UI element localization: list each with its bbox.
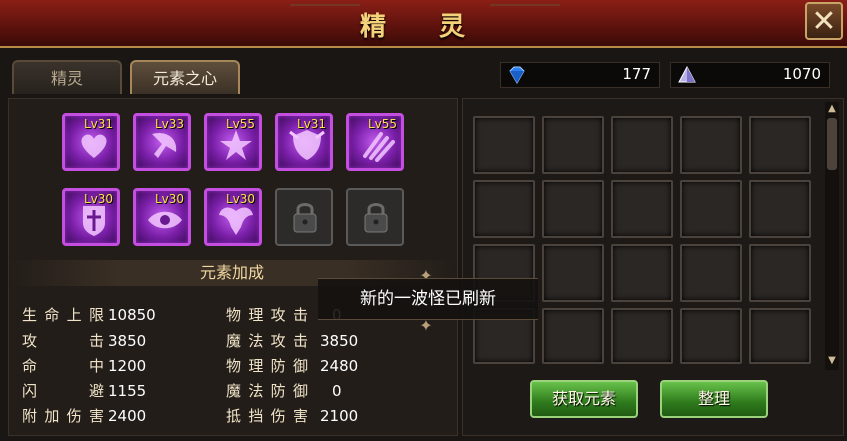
stat-value: 3850 [108, 332, 147, 350]
element-level: Lv55 [367, 117, 397, 131]
stat-value: 2100 [320, 407, 359, 425]
title-bar: 精 灵 ✕ [0, 0, 847, 48]
stat-label: 魔法攻击 [226, 332, 308, 350]
stat-value: 10850 [108, 306, 156, 324]
stat-attack: 攻击 3850 [22, 330, 146, 351]
stat-label: 生命上限 [22, 306, 104, 324]
inventory-cell[interactable] [542, 116, 604, 174]
stat-value: 2400 [108, 407, 147, 425]
stat-label: 攻击 [22, 332, 104, 350]
element-slot-7[interactable]: Lv30 [133, 188, 191, 246]
stat-extra-damage: 附加伤害 2400 [22, 405, 146, 426]
stat-magic-attack: 魔法攻击 3850 [226, 330, 358, 351]
scroll-thumb[interactable] [827, 118, 837, 170]
stat-value: 1155 [108, 382, 147, 400]
element-level: Lv31 [83, 117, 113, 131]
star-element-icon [220, 130, 252, 160]
stat-label: 命中 [22, 357, 104, 375]
crystal-icon [678, 66, 696, 83]
toast-message: 新的一波怪已刷新 [318, 278, 538, 320]
stat-label: 物理防御 [226, 357, 308, 375]
inventory-cell[interactable] [749, 180, 811, 238]
stat-value: 1200 [108, 357, 147, 375]
crystal-value: 1070 [782, 65, 821, 83]
element-level: Lv31 [296, 117, 326, 131]
inventory-cell[interactable] [611, 308, 673, 364]
stat-label: 抵挡伤害 [226, 407, 308, 425]
element-slot-8[interactable]: Lv30 [204, 188, 262, 246]
diamond-value: 177 [622, 65, 651, 83]
heart-element-icon [81, 134, 107, 158]
stat-hit: 命中 1200 [22, 355, 146, 376]
stat-block-damage: 抵挡伤害 2100 [226, 405, 358, 426]
inventory-cell[interactable] [749, 244, 811, 302]
inventory-cell[interactable] [542, 244, 604, 302]
wing-element-icon [219, 207, 253, 235]
stat-value: 2480 [320, 357, 359, 375]
claw-element-icon [363, 132, 395, 162]
diamond-icon [509, 66, 525, 84]
inventory-cell[interactable] [542, 308, 604, 364]
inventory-cell[interactable] [473, 116, 535, 174]
element-slot-5[interactable]: Lv55 [346, 113, 404, 171]
element-slot-3[interactable]: Lv55 [204, 113, 262, 171]
tab-element-heart[interactable]: 元素之心 [130, 60, 240, 94]
inventory-cell[interactable] [680, 244, 742, 302]
stat-dodge: 闪避 1155 [22, 380, 146, 401]
inventory-cell[interactable] [680, 308, 742, 364]
sort-button[interactable]: 整理 [660, 380, 768, 418]
element-slot-locked-2[interactable] [346, 188, 404, 246]
close-button[interactable]: ✕ [805, 2, 843, 40]
scroll-down-icon[interactable]: ▼ [825, 354, 839, 368]
tab-spirit[interactable]: 精灵 [12, 60, 122, 94]
stat-label: 魔法防御 [226, 382, 308, 400]
inventory-cell[interactable] [680, 180, 742, 238]
scroll-up-icon[interactable]: ▲ [825, 102, 839, 116]
element-level: Lv55 [225, 117, 255, 131]
eye-element-icon [148, 211, 182, 229]
window-title: 精 灵 [359, 12, 488, 42]
crystal-counter: 1070 [670, 62, 830, 88]
toast-ornament-bottom-icon: ✦ [419, 316, 433, 335]
shield-element-icon [289, 130, 325, 160]
stat-label: 附加伤害 [22, 407, 104, 425]
inventory-cell[interactable] [611, 180, 673, 238]
inventory-cell[interactable] [542, 180, 604, 238]
lock-icon [364, 203, 388, 233]
inventory-cell[interactable] [473, 180, 535, 238]
stat-magic-defense: 魔法防御 0 [226, 380, 342, 401]
axe-element-icon [152, 132, 177, 158]
inventory-cell[interactable] [680, 116, 742, 174]
lock-icon [293, 203, 317, 233]
inventory-cell[interactable] [611, 244, 673, 302]
inventory-cell[interactable] [611, 116, 673, 174]
cross-shield-element-icon [83, 206, 105, 236]
element-level: Lv30 [154, 192, 184, 206]
inventory-cell[interactable] [749, 116, 811, 174]
stat-value: 0 [332, 382, 342, 400]
stat-label: 闪避 [22, 382, 104, 400]
element-level: Lv30 [83, 192, 113, 206]
stat-hp-max: 生命上限 10850 [22, 304, 156, 325]
inventory-cell[interactable] [749, 308, 811, 364]
element-level: Lv33 [154, 117, 184, 131]
stat-label: 物理攻击 [226, 306, 308, 324]
element-slot-locked-1[interactable] [275, 188, 333, 246]
element-slot-4[interactable]: Lv31 [275, 113, 333, 171]
element-slot-2[interactable]: Lv33 [133, 113, 191, 171]
close-icon: ✕ [811, 4, 837, 39]
get-element-button[interactable]: 获取元素 [530, 380, 638, 418]
element-slot-1[interactable]: Lv31 [62, 113, 120, 171]
stat-physical-defense: 物理防御 2480 [226, 355, 358, 376]
stat-value: 3850 [320, 332, 359, 350]
element-level: Lv30 [225, 192, 255, 206]
element-slot-6[interactable]: Lv30 [62, 188, 120, 246]
diamond-counter: 177 [500, 62, 660, 88]
